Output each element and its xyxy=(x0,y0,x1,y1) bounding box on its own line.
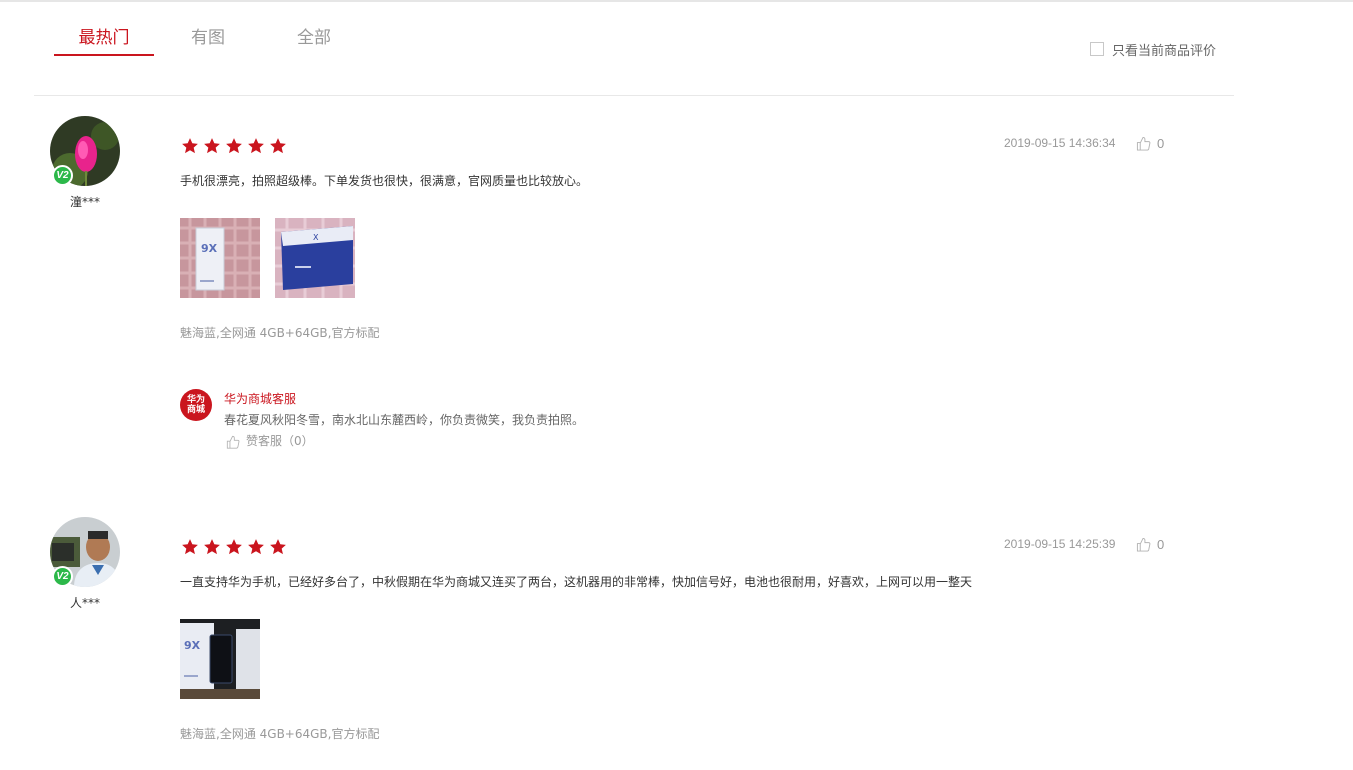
star-icon xyxy=(203,137,221,155)
review-content: 手机很漂亮，拍照超级棒。下单发货也很快，很满意，官网质量也比较放心。 xyxy=(180,174,589,188)
review-photos: 9X xyxy=(180,619,275,699)
svg-text:9X: 9X xyxy=(184,639,201,652)
avatar[interactable]: V2 xyxy=(50,116,120,186)
only-current-product-filter[interactable]: 只看当前商品评价 xyxy=(1090,40,1217,59)
like-count: 0 xyxy=(1157,536,1165,552)
star-icon xyxy=(225,137,243,155)
tab-hottest[interactable]: 最热门 xyxy=(54,26,154,57)
review-tabs: 最热门 有图 全部 xyxy=(54,26,374,58)
vip-level-badge: V2 xyxy=(52,566,73,587)
like-service-label: 赞客服（0） xyxy=(246,434,314,448)
star-icon xyxy=(203,538,221,556)
star-icon xyxy=(181,137,199,155)
reply-author: 华为商城客服 xyxy=(224,392,297,406)
thumbs-up-icon xyxy=(1136,136,1151,151)
star-icon xyxy=(247,538,265,556)
svg-text:X: X xyxy=(313,233,319,242)
star-icon xyxy=(269,137,287,155)
like-button[interactable]: 0 xyxy=(1136,134,1164,152)
svg-text:9X: 9X xyxy=(201,242,218,255)
tabs-divider xyxy=(34,95,1234,96)
huawei-mall-logo: 华为 商城 xyxy=(180,389,212,421)
username: 潼*** xyxy=(69,195,100,209)
only-current-label: 只看当前商品评价 xyxy=(1112,43,1217,59)
like-service-button[interactable]: 赞客服（0） xyxy=(226,432,314,449)
star-rating xyxy=(181,538,291,556)
tab-with-images[interactable]: 有图 xyxy=(190,26,226,57)
like-count: 0 xyxy=(1157,135,1165,151)
top-border xyxy=(0,0,1353,2)
review-photo[interactable]: 9X xyxy=(180,619,260,699)
avatar[interactable]: V2 xyxy=(50,517,120,587)
review-time: 2019-09-15 14:25:39 xyxy=(1004,537,1116,551)
like-button[interactable]: 0 xyxy=(1136,535,1164,553)
star-rating xyxy=(181,137,291,155)
vip-level-badge: V2 xyxy=(52,165,73,186)
star-icon xyxy=(269,538,287,556)
username: 人*** xyxy=(69,596,100,610)
only-current-checkbox[interactable] xyxy=(1090,42,1104,56)
star-icon xyxy=(247,137,265,155)
review-photos: 9X X xyxy=(180,218,370,298)
product-spec: 魅海蓝,全网通 4GB+64GB,官方标配 xyxy=(180,727,380,741)
product-spec: 魅海蓝,全网通 4GB+64GB,官方标配 xyxy=(180,326,380,340)
review-content: 一直支持华为手机，已经好多台了，中秋假期在华为商城又连买了两台，这机器用的非常棒… xyxy=(180,575,973,589)
star-icon xyxy=(181,538,199,556)
review-photo[interactable]: 9X xyxy=(180,218,260,298)
reply-content: 春花夏风秋阳冬雪，南水北山东麓西岭，你负责微笑，我负责拍照。 xyxy=(224,413,585,427)
review-photo[interactable]: X xyxy=(275,218,355,298)
star-icon xyxy=(225,538,243,556)
thumbs-up-icon xyxy=(1136,537,1151,552)
service-reply: 华为 商城 华为商城客服 春花夏风秋阳冬雪，南水北山东麓西岭，你负责微笑，我负责… xyxy=(180,389,780,459)
thumbs-up-icon xyxy=(226,434,240,449)
active-tab-indicator xyxy=(54,54,154,56)
tab-all[interactable]: 全部 xyxy=(294,26,334,57)
review-time: 2019-09-15 14:36:34 xyxy=(1004,136,1116,150)
